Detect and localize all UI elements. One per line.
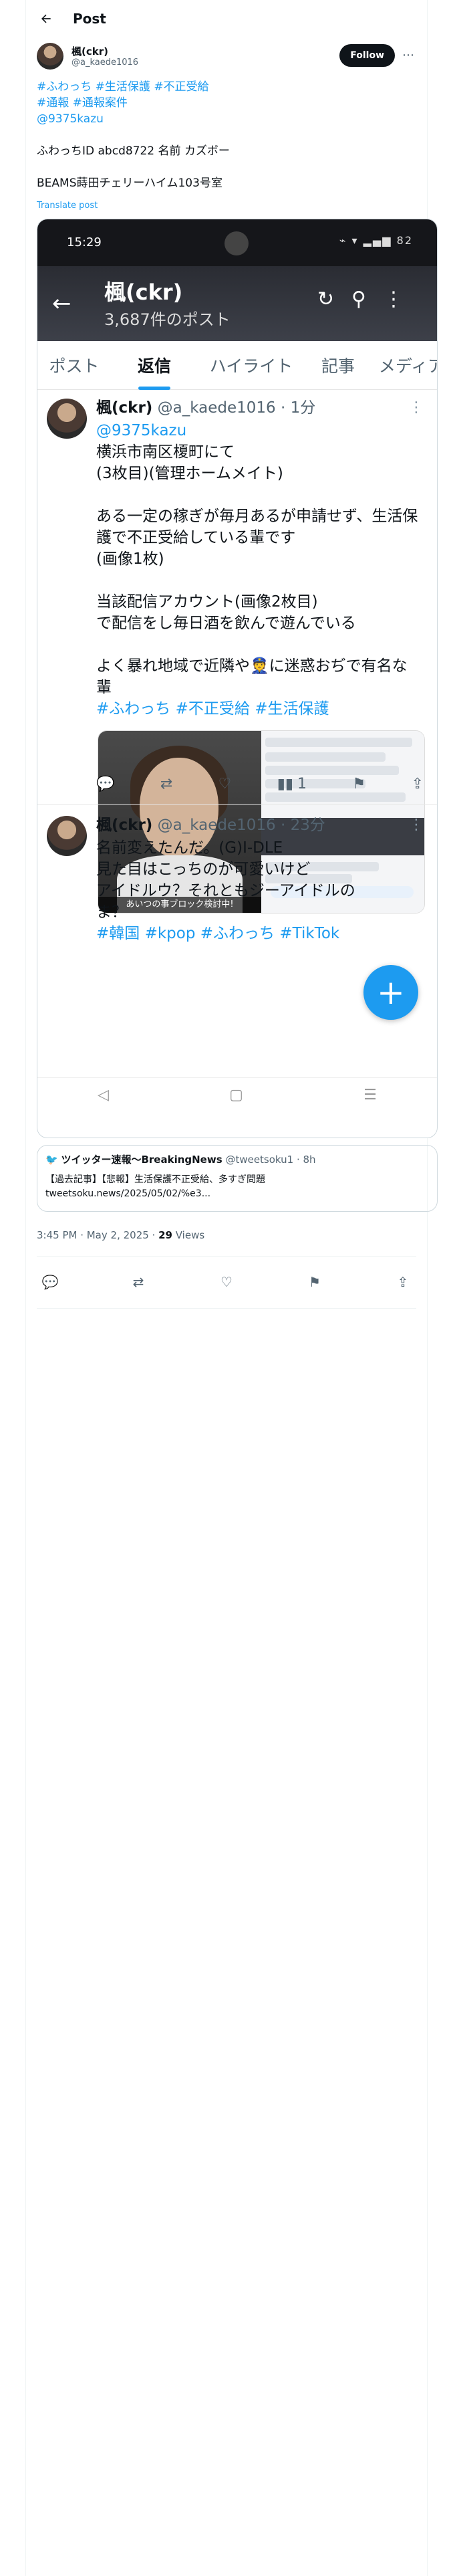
status-icons: ⌁ ▾ ▂▄▆ 82 <box>339 234 413 247</box>
post-media-screenshot[interactable]: 15:29 ⌁ ▾ ▂▄▆ 82 ← 楓(ckr) 3,687件のポスト ↻⚲⋮… <box>37 219 438 1138</box>
hashtag-line-2: #通報 #通報案件 <box>37 95 411 111</box>
tweet-actions: 💬 ⇄ ♡ ▮▮ 1 ⚑ ⇪ <box>96 776 424 792</box>
quoted-post-header: 🐦 ツイッター速報〜BreakingNews @tweetsoku1 · 8h <box>45 1152 316 1166</box>
bookmark-icon: ⚑ <box>352 776 366 792</box>
tweet-header: 楓(ckr) @a_kaede1016 · 23分 <box>96 817 325 834</box>
post-count: 3,687件のポスト <box>104 310 231 329</box>
post-timestamp[interactable]: 3:45 PM · May 2, 2025 · <box>37 1229 158 1241</box>
back-button[interactable] <box>34 7 58 31</box>
share-icon: ⇪ <box>411 776 424 792</box>
post-author: 楓(ckr) @a_kaede1016 Follow ⋯ <box>37 41 416 71</box>
repost-button[interactable]: ⇄ <box>125 1274 152 1290</box>
search-icon: ⚲ <box>351 288 384 311</box>
more-options-icon[interactable]: ⋯ <box>400 47 416 63</box>
author-name[interactable]: 楓(ckr) <box>71 44 108 58</box>
views-count: 29 <box>158 1229 172 1241</box>
camera-icon <box>224 231 249 255</box>
hashtag[interactable]: #生活保護 <box>96 80 150 94</box>
nav-recents-icon: ☰ <box>363 1086 377 1103</box>
refresh-icon: ↻ <box>317 288 352 311</box>
back-arrow-icon: ← <box>52 290 71 317</box>
avatar <box>47 816 87 856</box>
main-column: Post 楓(ckr) @a_kaede1016 Follow ⋯ #ふわっち … <box>25 0 438 2576</box>
hashtag[interactable]: #通報案件 <box>73 96 128 110</box>
top-bar: Post <box>26 0 427 37</box>
tweet-body: @9375kazu 横浜市南区榎町にて (3枚目)(管理ホームメイト) ある一定… <box>96 420 418 720</box>
post-line: BEAMS蒔田チェリーハイム103号室 <box>37 177 222 190</box>
tab-posts: ポスト <box>49 356 100 376</box>
tab-highlights: ハイライト <box>209 356 293 376</box>
hashtag: #韓国 <box>96 925 140 942</box>
tweet-reply-2: 楓(ckr) @a_kaede1016 · 23分 ⋮ 名前変えたんだ。(G)I… <box>37 808 437 1075</box>
hashtag: #kpop <box>144 925 196 942</box>
profile-tabs: ポスト 返信 ハイライト 記事 メディア <box>37 341 437 390</box>
avatar[interactable] <box>37 43 63 70</box>
views-label: Views <box>172 1229 205 1241</box>
like-icon: ♡ <box>218 776 232 792</box>
quoted-post-card[interactable]: 🐦 ツイッター速報〜BreakingNews @tweetsoku1 · 8h … <box>37 1145 438 1212</box>
post-line: ふわっちID abcd8722 名前 カズボー <box>37 144 230 158</box>
retweet-icon: ⇄ <box>160 776 173 792</box>
view-count: 1 <box>297 776 307 792</box>
translate-post-link[interactable]: Translate post <box>37 201 98 211</box>
hashtag: #不正受給 <box>175 700 250 718</box>
nav-home-icon: ▢ <box>229 1086 243 1103</box>
hashtag-line: #ふわっち #不正受給 #生活保護 <box>96 698 417 720</box>
mention-line: @9375kazu <box>37 111 411 127</box>
back-arrow-icon <box>41 14 51 23</box>
compose-fab: + <box>363 965 418 1020</box>
post-text: #ふわっち #生活保護 #不正受給 #通報 #通報案件 @9375kazu ふわ… <box>37 79 411 191</box>
quoted-post-link[interactable]: tweetsoku.news/2025/05/02/%e3... <box>45 1188 210 1199</box>
more-vertical-icon: ⋮ <box>409 817 424 833</box>
hashtag[interactable]: #ふわっち <box>37 80 92 94</box>
app-bar-icons: ↻⚲⋮ <box>317 288 421 311</box>
tweet-body: 名前変えたんだ。(G)I-DLE 見た目はこっちのが可愛いけど アイドルウ？それ… <box>96 837 417 944</box>
hashtag[interactable]: #通報 <box>37 96 69 110</box>
quoted-post-text: 【過去記事】【悲報】生活保護不正受給、多すぎ問題 <box>45 1174 265 1185</box>
tab-media: メディア <box>378 356 437 376</box>
status-time: 15:29 <box>67 235 102 249</box>
hashtag: #ふわっち <box>96 700 171 718</box>
reply-icon: 💬 <box>96 776 115 792</box>
post-actions: 💬 ⇄ ♡ ⚑ ⇪ <box>37 1266 416 1298</box>
quoted-author-handle: @tweetsoku1 · 8h <box>225 1154 316 1166</box>
phone-status-bar: 15:29 ⌁ ▾ ▂▄▆ 82 <box>37 219 437 266</box>
avatar <box>47 399 87 439</box>
post-meta: 3:45 PM · May 2, 2025 · 29 Views <box>37 1229 204 1241</box>
hashtag: #TikTok <box>279 925 340 942</box>
follow-button[interactable]: Follow <box>339 44 395 67</box>
views-icon: ▮▮ 1 <box>277 776 307 792</box>
tweet-reply-1: 楓(ckr) @a_kaede1016 · 1分 ⋮ @9375kazu 横浜市… <box>37 391 437 914</box>
android-nav-bar: ◁ ▢ ☰ <box>37 1077 437 1111</box>
reply-button[interactable]: 💬 <box>37 1274 63 1290</box>
nav-back-icon: ◁ <box>98 1086 109 1103</box>
quoted-author-name: ツイッター速報〜BreakingNews <box>61 1154 222 1166</box>
more-vertical-icon: ⋮ <box>384 288 421 311</box>
bird-icon: 🐦 <box>45 1154 58 1166</box>
hashtag: #ふわっち <box>200 925 275 942</box>
share-button[interactable]: ⇪ <box>390 1274 416 1290</box>
hashtag-line-1: #ふわっち #生活保護 #不正受給 <box>37 79 411 95</box>
hashtag-line: #韓国 #kpop #ふわっち #TikTok <box>96 923 417 944</box>
bookmark-button[interactable]: ⚑ <box>301 1274 328 1290</box>
author-handle[interactable]: @a_kaede1016 <box>71 58 138 68</box>
like-button[interactable]: ♡ <box>213 1274 240 1290</box>
hashtag: #生活保護 <box>255 700 329 718</box>
tab-replies: 返信 <box>111 341 198 389</box>
mention-link: @9375kazu <box>96 422 187 439</box>
profile-app-bar: ← 楓(ckr) 3,687件のポスト ↻⚲⋮ <box>37 266 437 341</box>
page-title: Post <box>73 11 106 27</box>
profile-name: 楓(ckr) <box>104 280 183 305</box>
tab-articles: 記事 <box>321 356 355 376</box>
hashtag[interactable]: #不正受給 <box>154 80 208 94</box>
mention-link[interactable]: @9375kazu <box>37 112 104 126</box>
tweet-header: 楓(ckr) @a_kaede1016 · 1分 <box>96 399 316 417</box>
more-vertical-icon: ⋮ <box>409 399 424 416</box>
